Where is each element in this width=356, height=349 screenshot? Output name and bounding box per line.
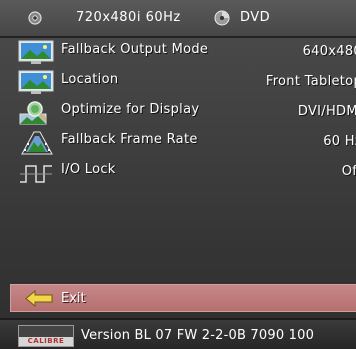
menu-item-value: Off [341,164,356,179]
menu-item-optimize-for-display[interactable]: Optimize for Display DVI/HDMI [0,97,356,127]
output-resolution: 720x480i 60Hz [76,10,181,25]
version-bar: CALIBRE Version BL 07 FW 2-2-0B 7090 100 [0,318,356,349]
magnifier-display-icon [19,101,48,125]
menu-item-value: 640x480 [302,44,356,59]
firmware-version: Version BL 07 FW 2-2-0B 7090 100 [81,328,315,343]
exit-button[interactable]: Exit [10,284,356,312]
menu-item-label: Fallback Output Mode [61,42,209,57]
menu-item-label: I/O Lock [61,162,116,177]
menu-item-io-lock[interactable]: I/O Lock Off [0,157,356,187]
menu-item-value: 60 Hz [323,134,356,149]
input-source: DVD [240,10,271,25]
status-bar: 720x480i 60Hz DVD [0,0,356,38]
menu-item-label: Fallback Frame Rate [61,132,198,147]
monitor-landscape-icon [18,40,54,64]
arrow-left-icon [25,290,53,307]
menu-item-location[interactable]: Location Front Tabletop [0,67,356,97]
dvd-disc-icon [214,10,230,26]
menu-item-label: Location [61,72,119,87]
waveform-icon [20,165,52,183]
menu-item-label: Optimize for Display [61,102,200,117]
exit-label: Exit [61,291,86,306]
menu-item-fallback-frame-rate[interactable]: Fallback Frame Rate 60 Hz [0,127,356,157]
menu-item-fallback-output-mode[interactable]: Fallback Output Mode 640x480 [0,37,356,67]
film-strip-icon [21,131,53,155]
calibre-logo: CALIBRE [18,325,74,347]
logo-text: CALIBRE [27,337,65,345]
monitor-landscape-icon [18,70,54,94]
osd-screen: 720x480i 60Hz DVD Fallback Output Mode 6… [0,0,356,349]
menu-item-value: DVI/HDMI [297,104,356,119]
disc-icon [28,11,42,25]
menu-item-value: Front Tabletop [265,74,356,89]
